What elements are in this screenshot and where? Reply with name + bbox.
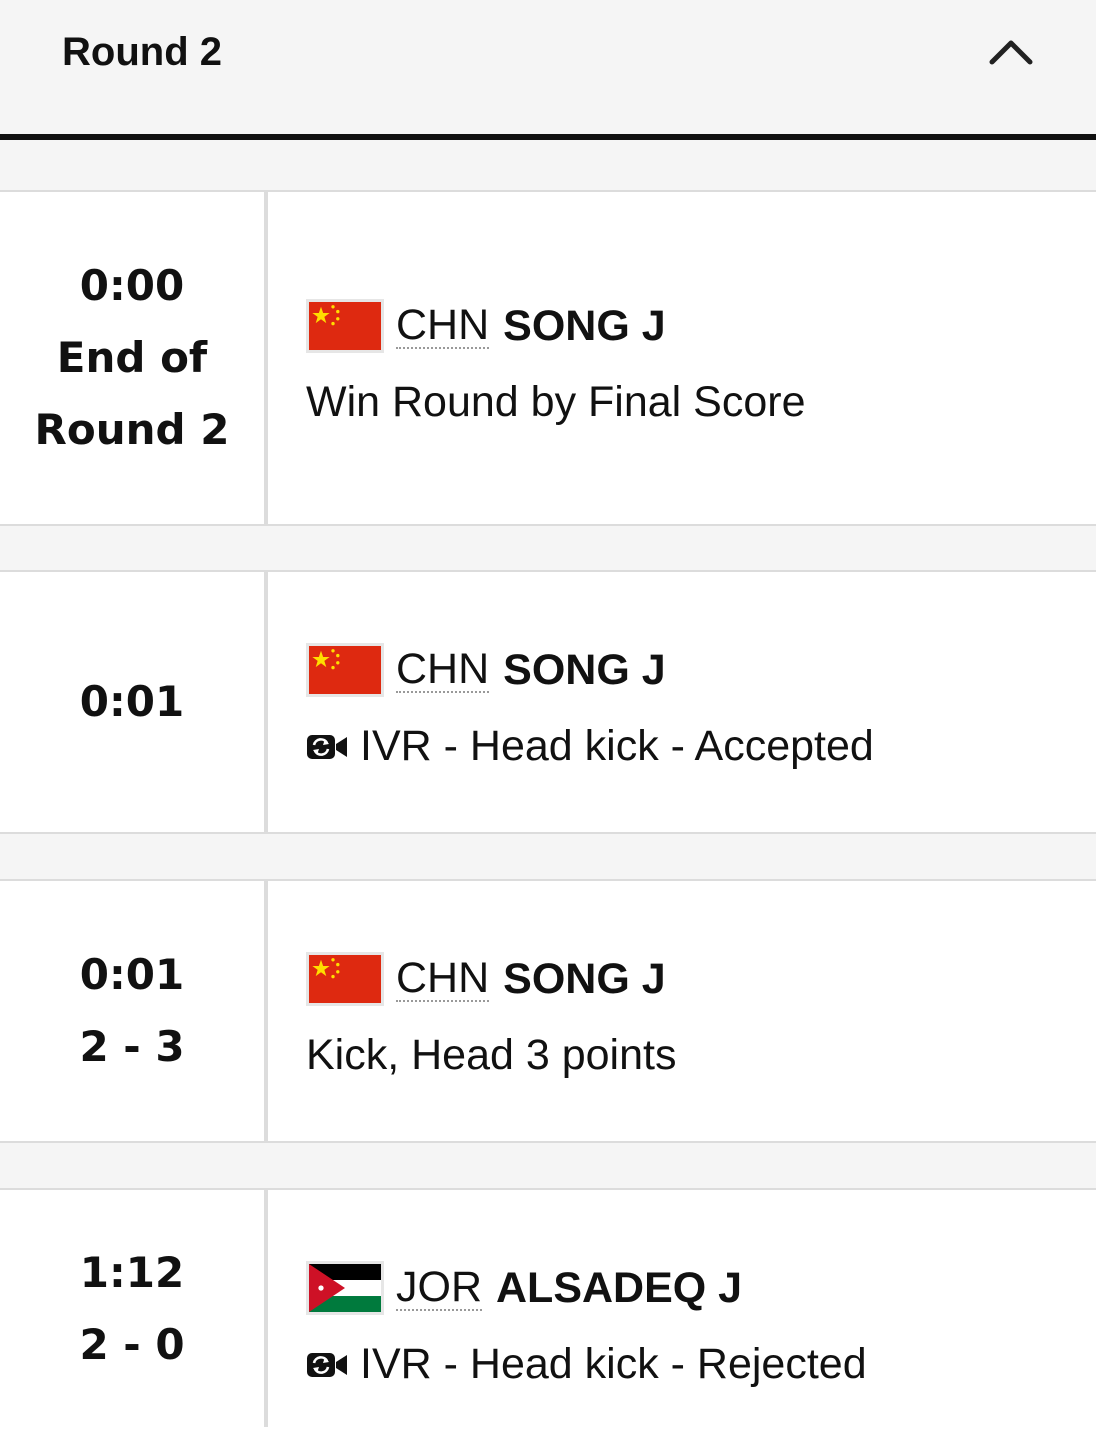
action-line: Kick, Head 3 points	[306, 1031, 676, 1080]
event-details: JOR ALSADEQ J IVR - Head kick - Rejected	[306, 1190, 1076, 1452]
athlete-line: CHN SONG J	[306, 951, 666, 1007]
athlete-name: ALSADEQ J	[496, 1263, 743, 1312]
athlete-line: CHN SONG J	[306, 642, 666, 698]
event-time: 0:01	[79, 950, 185, 999]
china-flag-icon	[306, 952, 384, 1006]
china-flag-icon	[306, 299, 384, 353]
china-flag-icon	[306, 643, 384, 697]
event-extra: End of	[56, 333, 208, 382]
event-details: CHN SONG J IVR - Head kick - Accepted	[306, 572, 1076, 832]
event-time: 1:12	[79, 1247, 185, 1297]
action-text: IVR - Head kick - Accepted	[360, 722, 874, 770]
event-score: 2 - 0	[79, 1319, 185, 1369]
athlete-name: SONG J	[503, 645, 666, 694]
event-time-block: 0:01 2 - 3	[0, 881, 268, 1141]
action-line: Win Round by Final Score	[306, 378, 806, 427]
event-time-block: 0:01	[0, 572, 268, 832]
event-score: 2 - 3	[79, 1022, 185, 1071]
round-title: Round 2	[62, 30, 222, 74]
event-time: 0:00	[79, 261, 185, 310]
event-row: 0:00 End of Round 2 CHN SONG J Win Round…	[0, 190, 1096, 526]
event-time-block: 0:00 End of Round 2	[0, 192, 268, 524]
event-row: 1:12 2 - 0 JOR ALSADEQ J IVR - Head kick…	[0, 1188, 1096, 1452]
action-line: IVR - Head kick - Rejected	[306, 1340, 867, 1389]
event-row: 0:01 CHN SONG J IVR - Head kick - Accept…	[0, 570, 1096, 834]
round-header[interactable]: Round 2	[0, 0, 1096, 140]
video-review-icon	[307, 734, 347, 759]
action-text: Win Round by Final Score	[306, 378, 806, 426]
athlete-noc[interactable]: JOR	[396, 1265, 482, 1311]
athlete-name: SONG J	[503, 301, 666, 350]
video-review-icon	[307, 1352, 347, 1377]
event-time: 0:01	[79, 677, 185, 726]
jordan-flag-icon	[306, 1261, 384, 1315]
athlete-name: SONG J	[503, 954, 666, 1003]
chevron-up-icon[interactable]	[986, 32, 1036, 72]
athlete-noc[interactable]: CHN	[396, 647, 490, 693]
action-text: Kick, Head 3 points	[306, 1031, 677, 1079]
action-text: IVR - Head kick - Rejected	[360, 1340, 867, 1388]
event-details: CHN SONG J Win Round by Final Score	[306, 192, 1076, 524]
event-extra: Round 2	[34, 405, 230, 454]
event-row: 0:01 2 - 3 CHN SONG J Kick, Head 3 point…	[0, 879, 1096, 1143]
athlete-line: CHN SONG J	[306, 298, 666, 354]
action-line: IVR - Head kick - Accepted	[306, 722, 874, 771]
event-details: CHN SONG J Kick, Head 3 points	[306, 881, 1076, 1141]
athlete-noc[interactable]: CHN	[396, 303, 490, 349]
event-time-block: 1:12 2 - 0	[0, 1190, 268, 1427]
athlete-line: JOR ALSADEQ J	[306, 1260, 742, 1316]
athlete-noc[interactable]: CHN	[396, 956, 490, 1002]
